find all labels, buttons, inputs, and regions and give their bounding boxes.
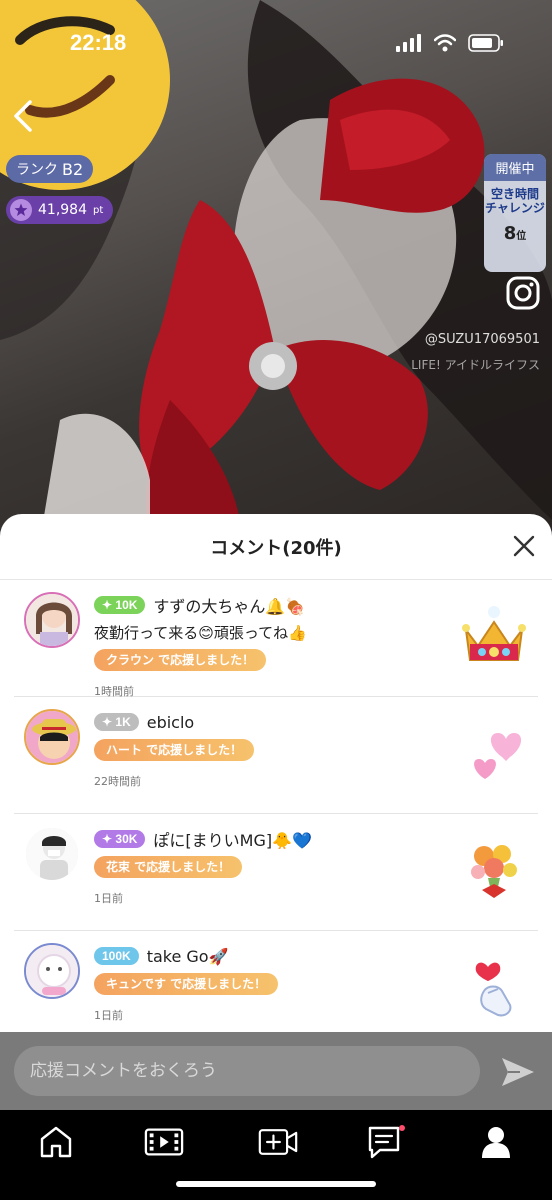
event-status: 開催中: [484, 154, 546, 181]
points-badge[interactable]: 41,984 pt: [6, 196, 114, 224]
event-title-line2: チャレンジ: [485, 201, 545, 215]
comment-item[interactable]: ✦ 10K すずの大ちゃん🔔🍖 夜勤行って来る😊頑張ってね👍 クラウン で応援し…: [14, 580, 538, 698]
status-time: 22:18: [70, 30, 127, 55]
support-badge: キュンです で応援しました！: [94, 973, 279, 995]
rank-badge[interactable]: ランク B2: [6, 155, 94, 183]
home-indicator: [176, 1181, 376, 1187]
sheet-header: コメント(20件): [0, 514, 552, 580]
avatar[interactable]: [24, 826, 80, 882]
rank-value: B2: [62, 159, 84, 179]
battery-icon: [468, 34, 503, 52]
points-unit: pt: [93, 204, 104, 216]
comment-item[interactable]: 100K take Go🚀 キュンです で応援しました！ 1日前: [14, 931, 538, 1032]
nav-messages[interactable]: [366, 1124, 406, 1160]
nav-home[interactable]: [36, 1124, 76, 1160]
tier-badge: ✦ 30K: [94, 830, 146, 848]
film-icon: [144, 1128, 184, 1156]
comment-input[interactable]: [14, 1046, 480, 1096]
comment-text: 夜勤行って来る😊頑張ってね👍: [94, 624, 307, 642]
bouquet-icon: [471, 845, 517, 898]
event-card[interactable]: 開催中 空き時間 チャレンジ 8位: [484, 154, 546, 272]
timestamp: 22時間前: [94, 775, 141, 788]
comment-sheet: コメント(20件) ✦ 10K すずの大ちゃん🔔🍖 夜勤行って来る😊頑張ってね👍…: [0, 514, 552, 1032]
timestamp: 1日前: [94, 892, 123, 905]
add-video-icon: [258, 1129, 298, 1155]
chat-icon: [368, 1125, 405, 1159]
nav-live[interactable]: [258, 1124, 298, 1160]
avatar[interactable]: [24, 943, 80, 999]
username[interactable]: ぽに[まりいMG]🐥💙: [153, 827, 312, 851]
nav-profile[interactable]: [476, 1124, 516, 1160]
signal-icon: [396, 34, 421, 52]
tier-badge: ✦ 1K: [94, 713, 139, 731]
status-icons: [396, 34, 504, 52]
avatar[interactable]: [24, 592, 80, 648]
event-title-line1: 空き時間: [490, 187, 539, 201]
instagram-handle: @SUZU17069501: [424, 332, 540, 347]
avatar[interactable]: [24, 709, 80, 765]
username[interactable]: すずの大ちゃん🔔🍖: [153, 593, 305, 617]
points-value: 41,984: [38, 202, 87, 218]
send-button[interactable]: [500, 1056, 536, 1088]
home-icon: [40, 1126, 72, 1158]
send-icon: [502, 1058, 534, 1086]
event-rank-value: 8: [503, 223, 517, 244]
username[interactable]: take Go🚀: [147, 947, 229, 966]
status-bar: 22:18: [0, 0, 552, 90]
star-icon: [10, 199, 32, 221]
finger-heart-icon: [475, 962, 512, 1017]
close-icon: [513, 535, 535, 557]
username[interactable]: ebiclo: [147, 713, 194, 732]
profile-icon: [482, 1127, 510, 1158]
support-badge: 花束 で応援しました！: [94, 856, 243, 878]
back-button[interactable]: [8, 96, 40, 136]
event-rank-unit: 位: [516, 231, 527, 242]
comment-item[interactable]: ✦ 30K ぽに[まりいMG]🐥💙 花束 で応援しました！ 1日前: [14, 814, 538, 931]
tier-badge: 100K: [94, 947, 139, 965]
nav-video[interactable]: [144, 1124, 184, 1160]
rank-label: ランク: [16, 162, 58, 178]
comment-input-bar: [0, 1032, 552, 1110]
support-badge: クラウン で応援しました！: [94, 649, 267, 671]
comment-item[interactable]: ✦ 1K ebiclo ハート で応援しました！ 22時間前: [14, 697, 538, 814]
sheet-title: コメント(20件): [210, 537, 342, 559]
tier-badge: ✦ 10K: [94, 596, 146, 614]
instagram-icon[interactable]: [506, 276, 540, 310]
hearts-icon: [474, 733, 522, 779]
event-rank: 8位: [484, 223, 546, 244]
support-badge: ハート で応援しました！: [94, 739, 255, 761]
app-watermark: LIFE! アイドルライフス: [411, 358, 540, 372]
timestamp: 1日前: [94, 1009, 123, 1022]
chevron-left-icon: [14, 100, 32, 132]
wifi-icon: [434, 34, 456, 52]
notification-dot: [399, 1125, 405, 1131]
crown-icon: [462, 606, 526, 661]
close-button[interactable]: [512, 534, 536, 558]
event-title: 空き時間 チャレンジ: [484, 187, 546, 215]
